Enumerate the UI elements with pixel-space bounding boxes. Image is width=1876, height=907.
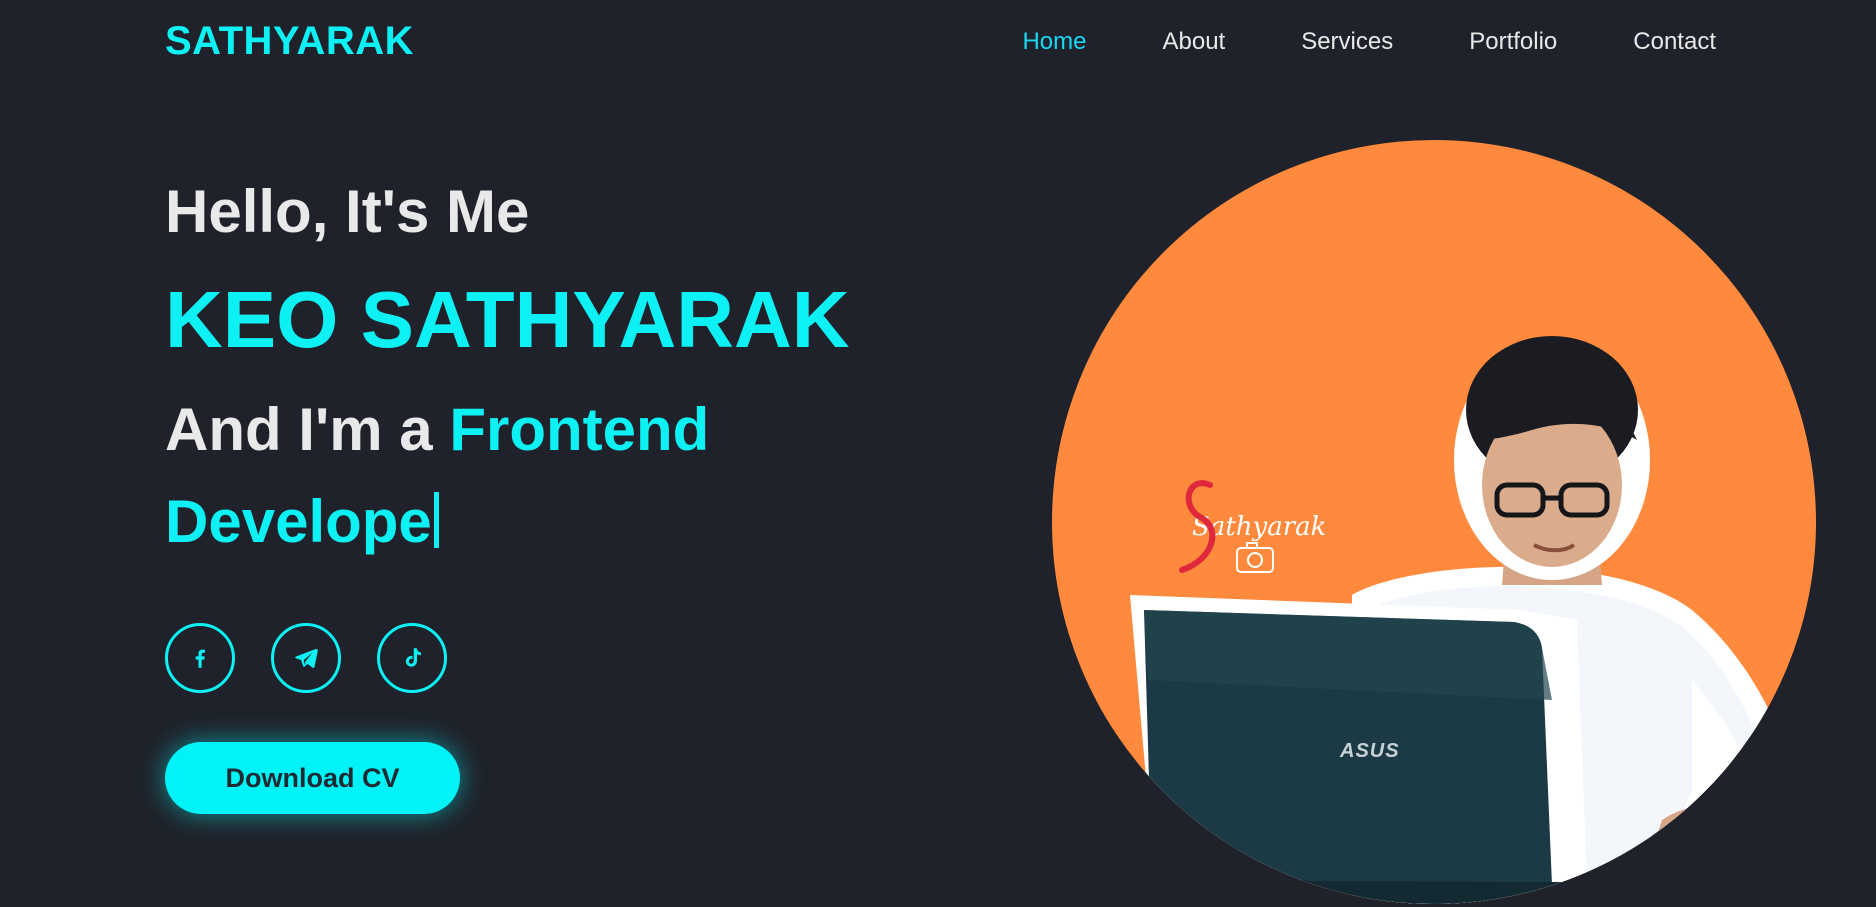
profile-illustration: ASUS Sathyarak: [1130, 336, 1812, 904]
nav-services[interactable]: Services: [1301, 22, 1393, 62]
profile-photo: ASUS Sathyarak: [1052, 140, 1816, 904]
role-prefix: And I'm a: [165, 396, 433, 463]
nav-portfolio[interactable]: Portfolio: [1469, 22, 1557, 62]
nav-home[interactable]: Home: [1022, 22, 1086, 62]
tiktok-link[interactable]: [377, 623, 447, 693]
nav-contact[interactable]: Contact: [1633, 22, 1716, 62]
laptop-brand: ASUS: [1339, 740, 1400, 762]
site-logo[interactable]: SATHYARAK: [165, 16, 414, 66]
facebook-link[interactable]: [165, 623, 235, 693]
camera-icon: [1236, 542, 1274, 573]
telegram-link[interactable]: [271, 623, 341, 693]
hero-role: And I'm a Frontend Develope: [165, 384, 865, 568]
facebook-icon: [195, 649, 205, 668]
hero-name: KEO SATHYARAK: [165, 275, 850, 364]
download-cv-button[interactable]: Download CV: [165, 742, 460, 814]
nav-about[interactable]: About: [1162, 22, 1225, 62]
portfolio-page: SATHYARAK Home About Services Portfolio …: [0, 0, 1876, 907]
telegram-icon: [295, 648, 318, 668]
hero-greeting: Hello, It's Me: [165, 178, 530, 245]
tiktok-icon: [405, 648, 421, 667]
social-links: [165, 623, 447, 693]
typing-caret: [433, 492, 439, 548]
main-nav: Home About Services Portfolio Contact: [946, 22, 1716, 62]
